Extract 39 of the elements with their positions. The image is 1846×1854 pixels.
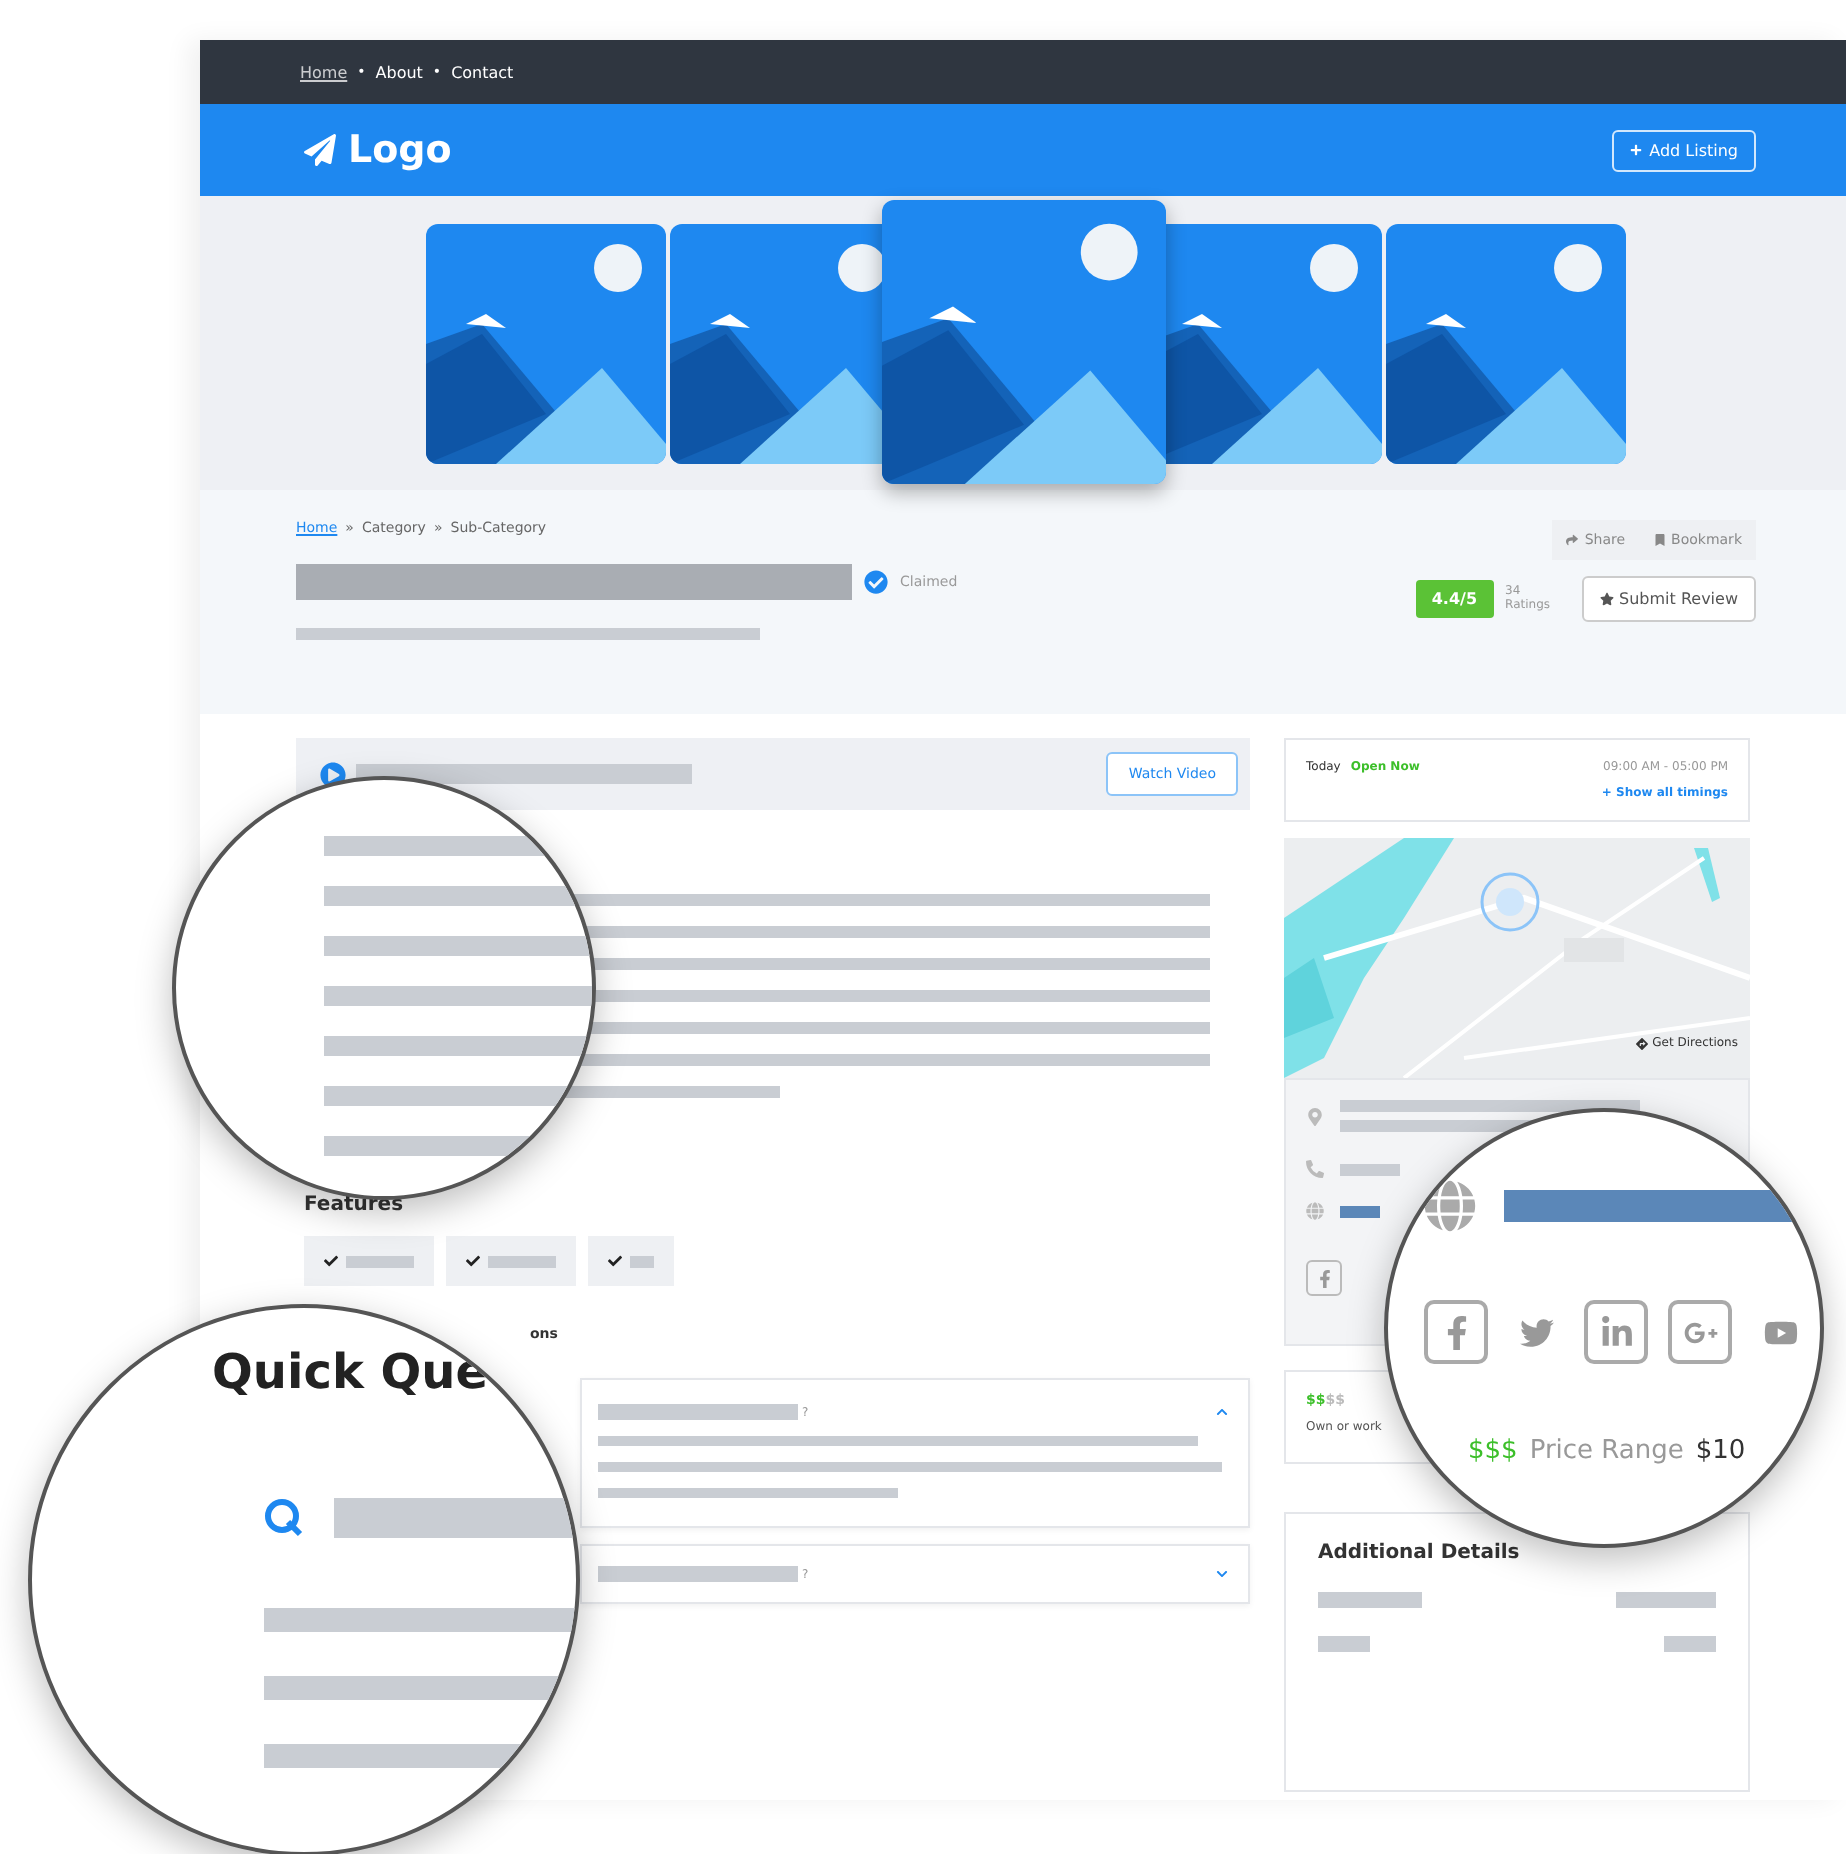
text-placeholder [346,1255,414,1267]
chevron-icon[interactable] [1216,1568,1228,1580]
text-placeholder [630,1255,654,1267]
features-heading: Features [304,1194,406,1216]
link-placeholder [1340,1205,1380,1217]
text-placeholder [1318,1592,1422,1608]
question-icon [262,1496,306,1540]
plus-icon [1629,144,1642,156]
star-icon [1599,592,1614,606]
verified-check-icon [864,570,888,594]
text-placeholder [1340,1163,1400,1175]
bookmark-icon [1653,534,1666,546]
chevron-icon[interactable] [1216,1406,1228,1418]
text-placeholder [1616,1592,1716,1608]
text-placeholder [1664,1636,1716,1652]
facebook-icon[interactable] [1424,1300,1488,1364]
price-range-label: Price Range [1529,1436,1684,1466]
additional-details-heading: Additional Details [1318,1542,1522,1564]
price-range-value: $10 [1695,1436,1746,1466]
text-placeholder [1318,1636,1370,1652]
nav-link[interactable]: Home [300,63,348,81]
logo: Logo [348,128,452,172]
share-icon [1566,534,1579,546]
submit-review-button[interactable]: Submit Review [1581,576,1756,622]
nav-link[interactable]: Contact [451,63,514,81]
add-listing-button[interactable]: Add Listing [1611,129,1756,171]
google-plus-icon[interactable] [1668,1300,1732,1364]
directions-icon [1636,1037,1649,1049]
globe-icon [1424,1180,1476,1232]
globe-icon [1306,1202,1324,1220]
facebook-icon[interactable] [1306,1260,1342,1296]
nav-link[interactable]: About [375,63,423,81]
phone-icon [1306,1160,1324,1178]
rating-badge: 4.4/5 [1415,580,1494,618]
paper-plane-icon [304,134,336,166]
location-pin-icon [1306,1107,1324,1125]
price-symbols: $$$ [1468,1436,1518,1466]
linkedin-icon[interactable] [1584,1300,1648,1364]
text-placeholder [488,1255,556,1267]
